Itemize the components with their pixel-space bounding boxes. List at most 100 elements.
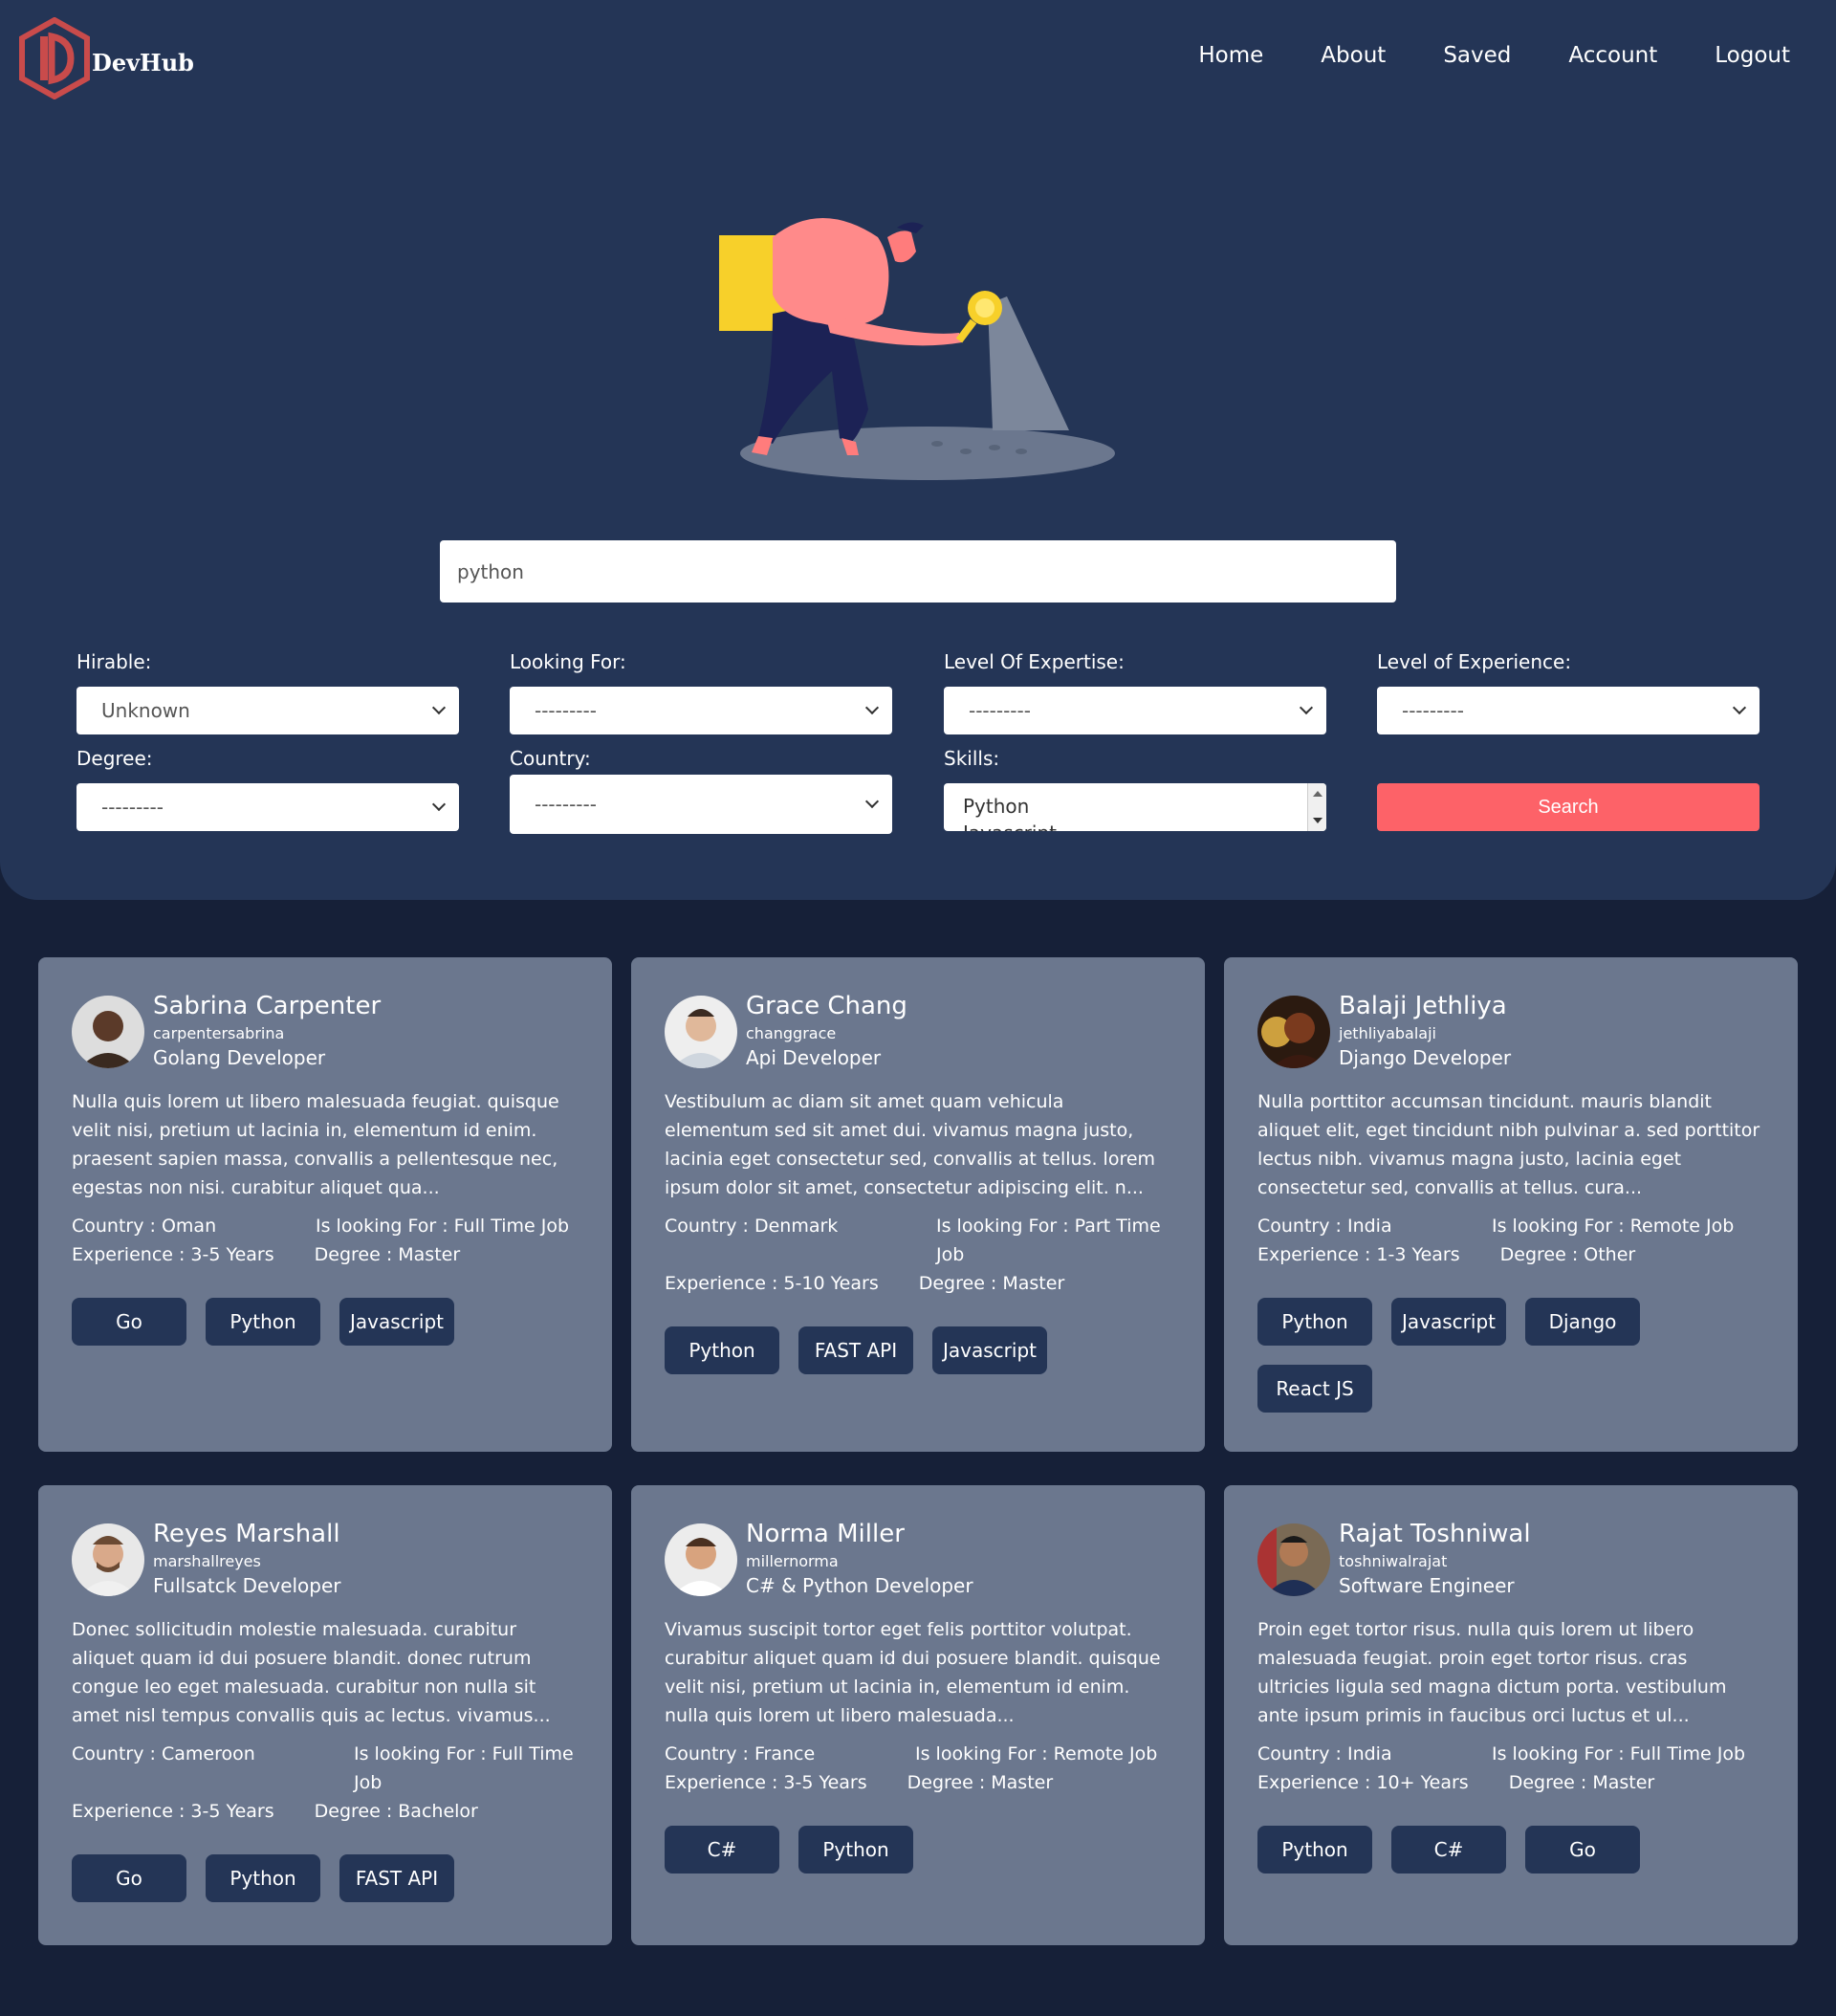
developer-looking-for: Is looking For : Remote Job: [915, 1743, 1158, 1764]
developer-experience: Experience : 1-3 Years: [1257, 1244, 1460, 1265]
skill-tag[interactable]: Javascript: [932, 1326, 1047, 1374]
developer-experience: Experience : 3-5 Years: [665, 1772, 867, 1793]
skills-scrollbar[interactable]: [1307, 783, 1326, 831]
nav-about[interactable]: About: [1321, 43, 1386, 68]
developer-looking-for: Is looking For : Remote Job: [1492, 1216, 1735, 1237]
chevron-down-icon: [864, 700, 880, 715]
expertise-select[interactable]: ---------: [944, 687, 1326, 734]
developer-username: carpentersabrina: [153, 1024, 285, 1042]
developer-bio: Nulla porttitor accumsan tincidunt. maur…: [1257, 1091, 1760, 1198]
developer-country: Country : India: [1257, 1216, 1392, 1237]
developer-role: Fullsatck Developer: [153, 1574, 341, 1597]
skill-tag[interactable]: Python: [665, 1326, 779, 1374]
degree-select[interactable]: ---------: [76, 783, 459, 831]
country-select[interactable]: ---------: [510, 775, 892, 834]
skill-tag[interactable]: C#: [1391, 1826, 1506, 1874]
developer-country: Country : India: [1257, 1743, 1392, 1764]
developer-role: Django Developer: [1339, 1046, 1512, 1069]
skills-label: Skills:: [944, 747, 1000, 770]
developer-card[interactable]: Balaji Jethliya jethliyabalaji Django De…: [1224, 957, 1798, 1452]
nav-account[interactable]: Account: [1568, 43, 1657, 68]
skill-tag[interactable]: Go: [1525, 1826, 1640, 1874]
developer-username: millernorma: [746, 1552, 839, 1570]
skill-tag[interactable]: React JS: [1257, 1365, 1372, 1413]
experience-select[interactable]: ---------: [1377, 687, 1760, 734]
developer-bio: Vestibulum ac diam sit amet quam vehicul…: [665, 1091, 1156, 1198]
developer-degree: Degree : Master: [918, 1273, 1065, 1294]
arrow-up-icon[interactable]: [1313, 791, 1322, 797]
developer-degree: Degree : Master: [1508, 1772, 1655, 1793]
logo[interactable]: DevHub: [19, 17, 194, 99]
developer-bio: Vivamus suscipit tortor eget felis portt…: [665, 1619, 1161, 1726]
looking-for-label: Looking For:: [510, 650, 626, 673]
skill-tag[interactable]: Python: [798, 1826, 913, 1874]
nav-home[interactable]: Home: [1198, 43, 1263, 68]
developer-card[interactable]: Sabrina Carpenter carpentersabrina Golan…: [38, 957, 612, 1452]
developer-username: marshallreyes: [153, 1552, 261, 1570]
developer-card[interactable]: Reyes Marshall marshallreyes Fullsatck D…: [38, 1485, 612, 1945]
devhub-logo-icon: [19, 17, 90, 99]
developer-role: Api Developer: [746, 1046, 882, 1069]
skill-tag[interactable]: FAST API: [798, 1326, 913, 1374]
developer-name[interactable]: Balaji Jethliya: [1339, 990, 1511, 1022]
looking-for-select-value: ---------: [535, 699, 597, 722]
developer-country: Country : France: [665, 1743, 816, 1764]
expertise-label: Level Of Expertise:: [944, 650, 1125, 673]
skill-tag[interactable]: C#: [665, 1826, 779, 1874]
skill-tag[interactable]: Go: [72, 1854, 186, 1902]
skill-tag[interactable]: Go: [72, 1298, 186, 1346]
developer-username: toshniwalrajat: [1339, 1552, 1448, 1570]
developer-bio: Proin eget tortor risus. nulla quis lore…: [1257, 1619, 1727, 1726]
skill-tag[interactable]: Python: [1257, 1298, 1372, 1346]
main-nav: Home About Saved Account Logout: [1198, 43, 1790, 68]
developer-name[interactable]: Norma Miller: [746, 1518, 973, 1550]
developer-experience: Experience : 10+ Years: [1257, 1772, 1469, 1793]
developer-card[interactable]: Norma Miller millernorma C# & Python Dev…: [631, 1485, 1205, 1945]
logo-text: DevHub: [92, 48, 194, 77]
looking-for-select[interactable]: ---------: [510, 687, 892, 734]
developer-card[interactable]: Rajat Toshniwal toshniwalrajat Software …: [1224, 1485, 1798, 1945]
skill-tag[interactable]: Django: [1525, 1298, 1640, 1346]
search-input-value: python: [457, 559, 524, 583]
expertise-select-value: ---------: [969, 699, 1031, 722]
search-button[interactable]: Search: [1377, 783, 1760, 831]
developer-role: Software Engineer: [1339, 1574, 1515, 1597]
developer-name[interactable]: Reyes Marshall: [153, 1518, 341, 1550]
skills-option[interactable]: Python: [963, 795, 1307, 818]
nav-logout[interactable]: Logout: [1715, 43, 1790, 68]
developer-name[interactable]: Rajat Toshniwal: [1339, 1518, 1531, 1550]
search-input[interactable]: python: [440, 540, 1396, 603]
chevron-down-icon: [1299, 700, 1314, 715]
developer-experience: Experience : 3-5 Years: [72, 1801, 274, 1822]
developer-role: C# & Python Developer: [746, 1574, 973, 1597]
skills-multiselect[interactable]: Python Javascript: [944, 783, 1326, 831]
developer-name[interactable]: Sabrina Carpenter: [153, 990, 381, 1022]
nav-saved[interactable]: Saved: [1443, 43, 1511, 68]
avatar: [665, 996, 737, 1068]
skill-tags: C# Python: [665, 1826, 1171, 1874]
avatar: [665, 1523, 737, 1596]
chevron-down-icon: [431, 700, 447, 715]
skill-tag[interactable]: Javascript: [1391, 1298, 1506, 1346]
hero-section: DevHub Home About Saved Account Logout p…: [0, 0, 1836, 900]
country-label: Country:: [510, 747, 591, 770]
skill-tags: Go Python FAST API: [72, 1854, 579, 1902]
skill-tag[interactable]: Python: [1257, 1826, 1372, 1874]
degree-select-value: ---------: [101, 796, 164, 819]
developer-card[interactable]: Grace Chang changgrace Api Developer Ves…: [631, 957, 1205, 1452]
arrow-down-icon[interactable]: [1313, 818, 1322, 823]
skill-tag[interactable]: Python: [206, 1854, 320, 1902]
developer-name[interactable]: Grace Chang: [746, 990, 907, 1022]
skill-tags: Python FAST API Javascript: [665, 1326, 1171, 1374]
developer-degree: Degree : Other: [1499, 1244, 1636, 1265]
hirable-select[interactable]: Unknown: [76, 687, 459, 734]
country-select-value: ---------: [535, 793, 597, 816]
developer-country: Country : Oman: [72, 1216, 217, 1237]
skills-option[interactable]: Javascript: [963, 822, 1307, 831]
skill-tag[interactable]: Python: [206, 1298, 320, 1346]
skill-tags: Go Python Javascript: [72, 1298, 579, 1346]
developer-bio: Nulla quis lorem ut libero malesuada feu…: [72, 1091, 559, 1198]
chevron-down-icon: [1732, 700, 1747, 715]
skill-tag[interactable]: Javascript: [339, 1298, 454, 1346]
skill-tag[interactable]: FAST API: [339, 1854, 454, 1902]
